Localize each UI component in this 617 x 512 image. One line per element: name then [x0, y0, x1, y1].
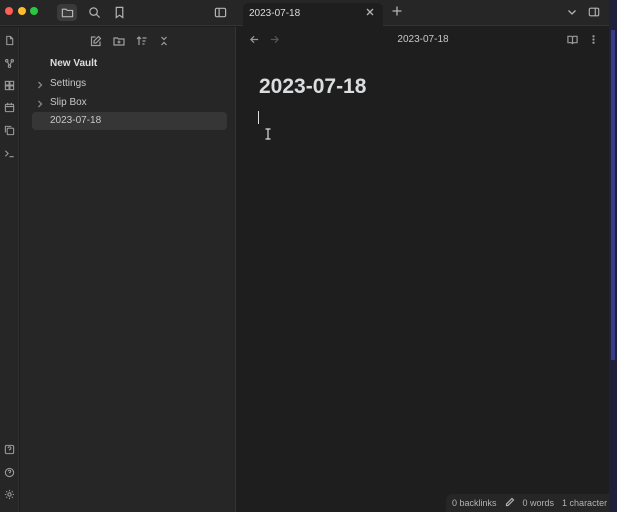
window-edge	[609, 0, 617, 512]
copy-icon[interactable]	[2, 123, 17, 138]
character-count: 1 character	[562, 498, 608, 508]
collapse-all-icon[interactable]	[156, 33, 172, 49]
ibeam-cursor-icon	[264, 128, 272, 140]
reading-view-icon[interactable]	[565, 32, 579, 46]
chevron-right-icon	[36, 80, 44, 89]
status-bar: 0 backlinks 0 words 1 character	[446, 494, 609, 512]
minimize-window-button[interactable]	[18, 7, 26, 15]
title-bar: 2023-07-18	[0, 0, 617, 26]
terminal-icon[interactable]	[2, 146, 17, 161]
word-count: 0 words	[522, 498, 555, 508]
view-header: 2023-07-18	[237, 27, 609, 51]
new-folder-icon[interactable]	[111, 33, 127, 49]
ribbon	[0, 27, 19, 512]
tree-item-label: Settings	[50, 78, 87, 89]
text-caret	[258, 111, 259, 124]
vault-name[interactable]: New Vault	[50, 58, 97, 69]
folder-icon[interactable]	[57, 4, 77, 21]
sort-icon[interactable]	[134, 33, 150, 49]
canvas-icon[interactable]	[2, 78, 17, 93]
help-vault-icon[interactable]	[2, 442, 17, 457]
sidebar-toggle-icon[interactable]	[210, 4, 230, 21]
files-icon[interactable]	[2, 33, 17, 48]
tree-item-label: 2023-07-18	[50, 115, 102, 126]
new-note-icon[interactable]	[88, 33, 104, 49]
zoom-window-button[interactable]	[30, 7, 38, 15]
folder-slip-box[interactable]: Slip Box	[32, 94, 227, 112]
chevron-right-icon	[36, 99, 44, 108]
view-header-title[interactable]: 2023-07-18	[237, 34, 609, 45]
calendar-icon[interactable]	[2, 100, 17, 115]
editor-pane: 2023-07-18 2023-07-18	[237, 27, 609, 512]
tab-2023-07-18[interactable]: 2023-07-18	[243, 3, 383, 26]
close-window-button[interactable]	[5, 7, 13, 15]
chevron-down-icon[interactable]	[564, 5, 580, 19]
file-explorer-actions	[20, 33, 236, 49]
graph-icon[interactable]	[2, 56, 17, 71]
help-icon[interactable]	[2, 465, 17, 480]
pencil-icon[interactable]	[505, 497, 515, 509]
folder-settings[interactable]: Settings	[32, 75, 227, 93]
file-explorer: New Vault Settings Slip Box 2023-07-18	[20, 27, 236, 512]
right-sidebar-toggle-icon[interactable]	[586, 5, 602, 19]
tree-item-label: Slip Box	[50, 97, 87, 108]
new-tab-icon[interactable]	[391, 5, 405, 19]
more-options-icon[interactable]	[586, 32, 600, 46]
bookmark-icon[interactable]	[109, 4, 129, 21]
tab-title: 2023-07-18	[249, 8, 301, 19]
search-icon[interactable]	[84, 4, 104, 21]
file-2023-07-18[interactable]: 2023-07-18	[32, 112, 227, 130]
backlinks-count[interactable]: 0 backlinks	[452, 498, 497, 508]
close-icon[interactable]	[365, 7, 377, 19]
settings-icon[interactable]	[2, 487, 17, 502]
note-title[interactable]: 2023-07-18	[259, 75, 366, 99]
